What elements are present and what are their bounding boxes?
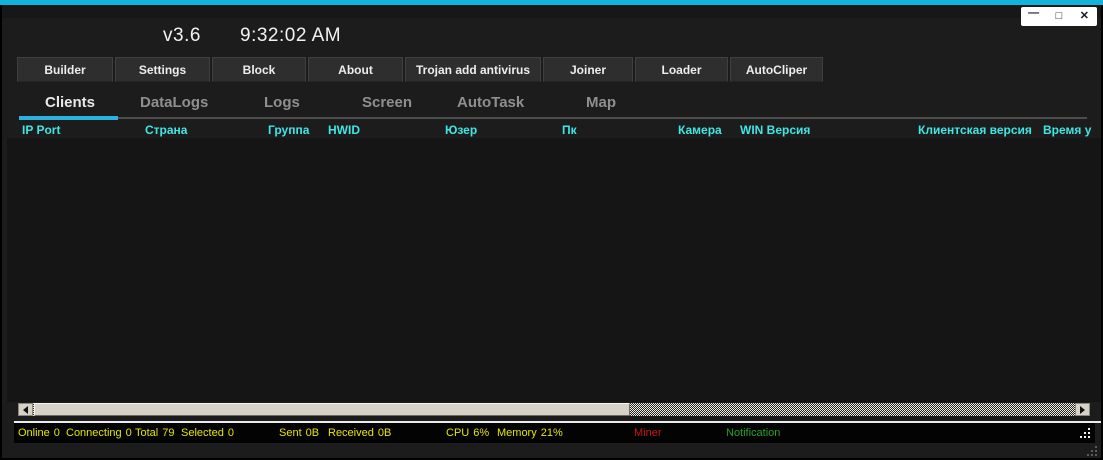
status-received: Received 0B <box>328 427 392 439</box>
column-header-country[interactable]: Страна <box>145 123 187 137</box>
clock-label: 9:32:02 AM <box>240 25 342 46</box>
block-button[interactable]: Block <box>212 57 306 82</box>
settings-button[interactable]: Settings <box>115 57 210 82</box>
status-online: Online 0 <box>18 427 60 439</box>
status-notification: Notification <box>726 427 781 439</box>
joiner-button[interactable]: Joiner <box>543 57 633 82</box>
minimize-button[interactable]: — <box>1021 7 1046 26</box>
about-button[interactable]: About <box>308 57 403 82</box>
status-bar: Online 0 Connecting 0 Total 79 Selected 0 Se… <box>14 423 1095 443</box>
status-selected: Selected 0 <box>181 427 234 439</box>
column-header-hwid[interactable]: HWID <box>328 123 360 137</box>
toolbar: Builder Settings Block About Trojan add … <box>17 57 823 82</box>
column-header-user[interactable]: Юзер <box>445 123 477 137</box>
tab-clients[interactable]: Clients <box>45 94 95 111</box>
status-sent: Sent 0B <box>279 427 320 439</box>
close-button[interactable]: ✕ <box>1072 7 1097 26</box>
maximize-button[interactable]: □ <box>1046 7 1071 26</box>
tab-logs[interactable]: Logs <box>264 94 300 111</box>
active-tab-underline <box>19 116 118 120</box>
scroll-left-button[interactable] <box>18 403 33 416</box>
status-connecting: Connecting 0 <box>66 427 132 439</box>
scroll-right-button[interactable] <box>1075 403 1090 416</box>
column-header-time[interactable]: Время у <box>1043 123 1091 137</box>
loader-button[interactable]: Loader <box>635 57 728 82</box>
status-miner: Miner <box>634 427 662 439</box>
column-header-win-version[interactable]: WIN Версия <box>740 123 810 137</box>
horizontal-scrollbar <box>18 403 1090 416</box>
column-header-group[interactable]: Группа <box>268 123 309 137</box>
column-header-camera[interactable]: Камера <box>678 123 722 137</box>
close-icon: ✕ <box>1079 10 1089 22</box>
tab-map[interactable]: Map <box>586 94 616 111</box>
tab-datalogs[interactable]: DataLogs <box>140 94 208 111</box>
window-controls: — □ ✕ <box>1021 7 1097 26</box>
trojan-add-antivirus-button[interactable]: Trojan add antivirus <box>405 57 541 82</box>
scrollbar-thumb[interactable] <box>34 403 630 416</box>
tab-divider-line <box>19 117 1087 119</box>
resize-grip-icon[interactable] <box>1080 428 1091 439</box>
arrow-left-icon <box>23 405 28 414</box>
builder-button[interactable]: Builder <box>17 57 113 82</box>
status-memory: Memory 21% <box>497 427 563 439</box>
tab-screen[interactable]: Screen <box>362 94 412 111</box>
status-cpu: CPU 6% <box>446 427 490 439</box>
app-window: v3.6 9:32:02 AM — □ ✕ Builder Settings B… <box>0 0 1103 460</box>
titlebar-strip <box>2 5 1101 18</box>
window-border-left <box>0 5 2 460</box>
clients-table-header: IP Port Страна Группа HWID Юзер Пк Камер… <box>0 123 1103 138</box>
autocliper-button[interactable]: AutoCliper <box>730 57 823 82</box>
minimize-icon: — <box>1028 7 1040 19</box>
maximize-icon: □ <box>1055 10 1063 22</box>
window-resize-grip-icon[interactable] <box>1087 446 1098 457</box>
arrow-right-icon <box>1080 405 1085 414</box>
app-version-label: v3.6 <box>163 25 201 46</box>
tab-autotask[interactable]: AutoTask <box>457 94 524 111</box>
column-header-ip-port[interactable]: IP Port <box>22 123 60 137</box>
column-header-pc[interactable]: Пк <box>562 123 577 137</box>
clients-table-body <box>7 138 1101 402</box>
status-total: Total 79 <box>135 427 175 439</box>
column-header-client-version[interactable]: Клиентская версия <box>918 123 1032 137</box>
